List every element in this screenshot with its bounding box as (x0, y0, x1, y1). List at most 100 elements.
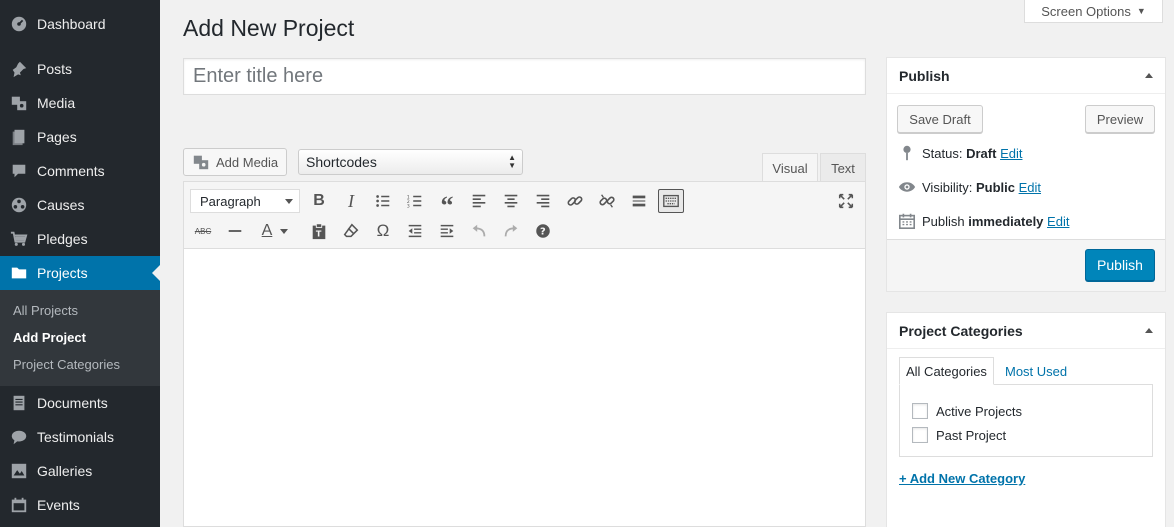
status-label: Status: (922, 145, 963, 161)
add-new-category-link[interactable]: + Add New Category (899, 471, 1025, 486)
screen-options-button[interactable]: Screen Options ▼ (1024, 0, 1163, 23)
post-title-input[interactable] (183, 58, 866, 95)
redo-icon[interactable] (498, 219, 524, 243)
indent-icon[interactable] (434, 219, 460, 243)
document-icon (9, 393, 29, 413)
add-media-button[interactable]: Add Media (183, 148, 287, 176)
toolbar-toggle-icon[interactable] (658, 189, 684, 213)
svg-text:?: ? (540, 227, 546, 238)
submenu-add-project[interactable]: Add Project (13, 330, 86, 345)
horizontal-line-icon[interactable] (222, 219, 248, 243)
content-editor: Paragraph B I 123 “ ABC A T Ω ? (183, 181, 866, 527)
publish-label: Publish (922, 213, 965, 229)
admin-sidebar: Dashboard Posts Media Pages Comments Cau… (0, 0, 160, 527)
select-arrows-icon: ▲ ▼ (508, 153, 516, 170)
align-center-icon[interactable] (498, 189, 524, 213)
sidebar-item-label: Events (37, 497, 80, 513)
help-icon[interactable]: ? (530, 219, 556, 243)
sidebar-item-documents[interactable]: Documents (0, 386, 160, 420)
paste-text-icon[interactable]: T (306, 219, 332, 243)
sidebar-item-galleries[interactable]: Galleries (0, 454, 160, 488)
italic-icon[interactable]: I (338, 189, 364, 213)
bullet-list-icon[interactable] (370, 189, 396, 213)
media-icon (193, 155, 209, 170)
edit-status-link[interactable]: Edit (1000, 146, 1022, 161)
align-right-icon[interactable] (530, 189, 556, 213)
category-checkbox[interactable] (912, 427, 928, 443)
categories-checklist: Active Projects Past Project (899, 384, 1153, 457)
sidebar-item-media[interactable]: Media (0, 86, 160, 120)
sidebar-item-pages[interactable]: Pages (0, 120, 160, 154)
category-checkbox[interactable] (912, 403, 928, 419)
outdent-icon[interactable] (402, 219, 428, 243)
sidebar-item-label: Testimonials (37, 429, 115, 445)
svg-text:3: 3 (407, 203, 410, 209)
gallery-icon (9, 461, 29, 481)
special-character-icon[interactable]: Ω (370, 219, 396, 243)
align-left-icon[interactable] (466, 189, 492, 213)
sidebar-item-testimonials[interactable]: Testimonials (0, 420, 160, 454)
undo-icon[interactable] (466, 219, 492, 243)
tab-most-used[interactable]: Most Used (999, 357, 1073, 385)
sidebar-item-projects[interactable]: Projects (0, 256, 160, 290)
calendar-icon (898, 213, 916, 230)
caret-down-icon[interactable] (277, 219, 291, 243)
collapse-arrow-icon[interactable] (1145, 73, 1153, 78)
publish-box-title: Publish (887, 58, 1165, 94)
sidebar-item-events[interactable]: Events (0, 488, 160, 522)
publish-actions: Publish (887, 239, 1165, 291)
sidebar-item-causes[interactable]: Causes (0, 188, 160, 222)
sidebar-item-pledges[interactable]: Pledges (0, 222, 160, 256)
dashboard-icon (9, 14, 29, 34)
edit-visibility-link[interactable]: Edit (1019, 180, 1041, 195)
pin-icon (9, 59, 29, 79)
sidebar-item-posts[interactable]: Posts (0, 52, 160, 86)
sidebar-item-dashboard[interactable]: Dashboard (0, 7, 160, 41)
tab-all-categories[interactable]: All Categories (899, 357, 994, 385)
category-label: Past Project (936, 427, 1007, 443)
pin-icon (903, 145, 911, 161)
sidebar-item-label: Dashboard (37, 16, 106, 32)
editor-toolbar: Paragraph B I 123 “ ABC A T Ω ? (184, 182, 865, 249)
sidebar-item-label: Causes (37, 197, 85, 213)
submenu-project-categories[interactable]: Project Categories (13, 357, 120, 372)
tab-visual[interactable]: Visual (762, 153, 818, 182)
unlink-icon[interactable] (594, 189, 620, 213)
bold-icon[interactable]: B (306, 189, 332, 213)
page-title: Add New Project (183, 15, 355, 41)
eye-icon (898, 182, 916, 192)
status-row: Status: Draft Edit (898, 144, 1022, 162)
shortcodes-select[interactable]: Shortcodes ▲ ▼ (298, 149, 523, 175)
projects-submenu: All Projects Add Project Project Categor… (0, 290, 160, 386)
sidebar-item-label: Galleries (37, 463, 93, 479)
publish-box: Publish Save Draft Preview Status: Draft… (886, 57, 1166, 292)
publish-button[interactable]: Publish (1085, 249, 1155, 281)
save-draft-button[interactable]: Save Draft (897, 105, 983, 133)
visibility-value: Public (975, 179, 1015, 195)
category-label: Active Projects (936, 403, 1022, 419)
fullscreen-icon[interactable] (833, 189, 859, 213)
visibility-row: Visibility: Public Edit (898, 178, 1041, 196)
strikethrough-icon[interactable]: ABC (190, 219, 216, 243)
preview-button[interactable]: Preview (1085, 105, 1155, 133)
calendar-icon (9, 495, 29, 515)
read-more-icon[interactable] (626, 189, 652, 213)
edit-publish-date-link[interactable]: Edit (1047, 214, 1069, 229)
categories-box-title: Project Categories (887, 313, 1165, 349)
chevron-down-icon: ▼ (1136, 6, 1146, 16)
blockquote-icon[interactable]: “ (434, 189, 460, 220)
publish-date-row: Publish immediately Edit (898, 212, 1069, 230)
screen-options-label: Screen Options (1041, 3, 1131, 19)
sidebar-item-label: Comments (37, 163, 105, 179)
sidebar-item-comments[interactable]: Comments (0, 154, 160, 188)
collapse-arrow-icon[interactable] (1145, 328, 1153, 333)
numbered-list-icon[interactable]: 123 (402, 189, 428, 213)
tab-text[interactable]: Text (820, 153, 866, 182)
link-icon[interactable] (562, 189, 588, 213)
submenu-all-projects[interactable]: All Projects (13, 303, 78, 318)
media-icon (9, 93, 29, 113)
list-item: Active Projects (912, 403, 1022, 419)
clear-formatting-icon[interactable] (338, 219, 364, 243)
format-select[interactable]: Paragraph (190, 189, 300, 213)
comment-icon (9, 161, 29, 181)
